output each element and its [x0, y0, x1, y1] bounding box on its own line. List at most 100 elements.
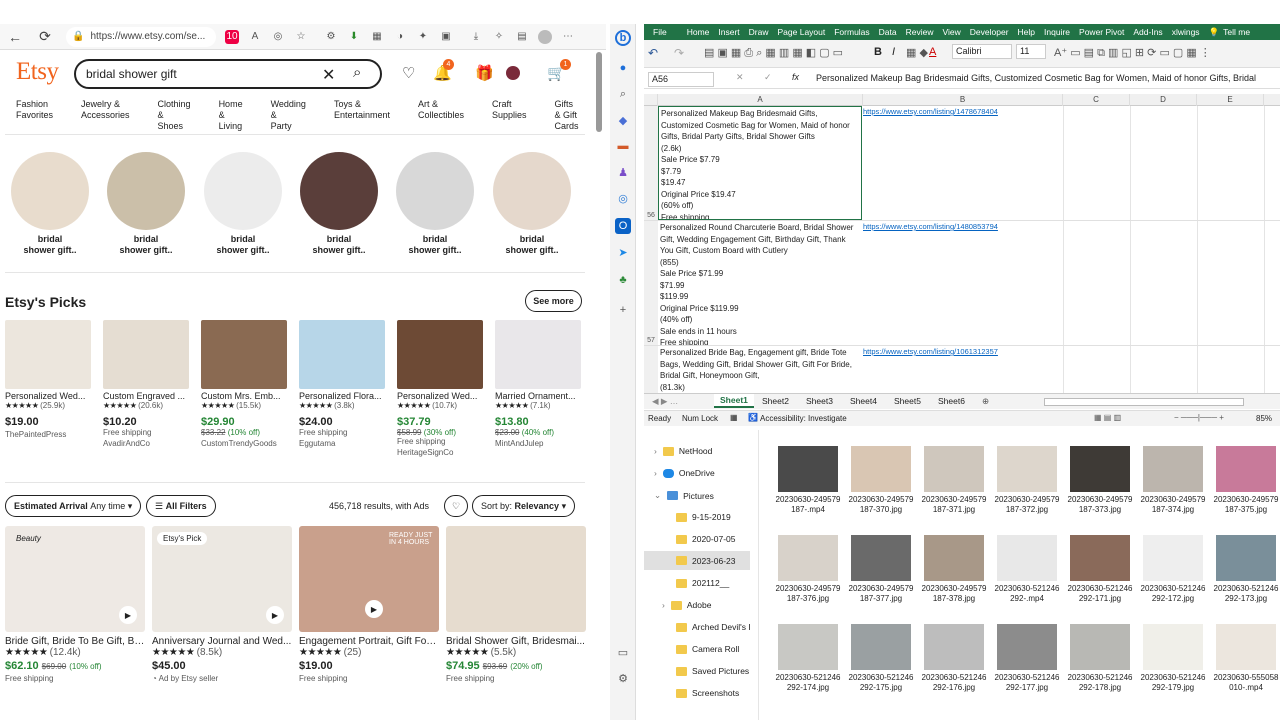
cell-link[interactable]: https://www.etsy.com/listing/1061312357 — [863, 347, 998, 356]
column-header[interactable]: C — [1063, 94, 1130, 106]
image-thumbnail[interactable] — [1070, 624, 1130, 670]
send-icon[interactable]: ➤ — [615, 244, 631, 260]
cell-a57[interactable]: Personalized Round Charcuterie Board, Br… — [658, 221, 862, 345]
tree-item-folder[interactable]: Camera Roll — [676, 644, 739, 654]
toolbox-icon[interactable]: ▬ — [615, 138, 631, 154]
suggestion-image[interactable] — [107, 152, 185, 230]
gift-icon[interactable]: 🎁 — [475, 64, 494, 82]
menu-review[interactable]: Review — [906, 27, 934, 37]
category-link[interactable]: Jewelry & Accessories — [81, 99, 144, 132]
category-link[interactable]: Clothing & Shoes — [158, 99, 205, 132]
product-card[interactable]: Bridal Shower Gift, Bridesmai... ★★★★★ (… — [446, 526, 586, 683]
product-card[interactable]: Etsy's Pick ▶ Anniversary Journal and Wed… — [152, 526, 292, 683]
play-video-icon[interactable]: ▶ — [119, 606, 137, 624]
all-filters-button[interactable]: ☰ All Filters — [146, 495, 216, 517]
play-video-icon[interactable]: ▶ — [266, 606, 284, 624]
menu-developer[interactable]: Developer — [970, 27, 1009, 37]
menu-inquire[interactable]: Inquire — [1044, 27, 1070, 37]
office-icon[interactable]: ◎ — [615, 190, 631, 206]
menu-page-layout[interactable]: Page Layout — [778, 27, 826, 37]
image-thumbnail[interactable] — [924, 535, 984, 581]
suggestion-label[interactable]: bridal shower gift.. — [291, 234, 387, 256]
menu-add-ins[interactable]: Add-Ins — [1133, 27, 1162, 37]
column-header[interactable]: E — [1197, 94, 1264, 106]
extension-icon[interactable]: ▣ — [439, 30, 453, 44]
back-icon[interactable]: ← — [6, 28, 24, 46]
undo-icon[interactable]: ↶ — [648, 46, 658, 60]
font-family-select[interactable]: Calibri — [952, 44, 1012, 59]
fx-icon[interactable]: fx — [792, 72, 799, 82]
menu-help[interactable]: Help — [1018, 27, 1035, 37]
file-name[interactable]: 20230630-521246 292-172.jpg — [1137, 584, 1209, 604]
cell-link[interactable]: https://www.etsy.com/listing/1478678404 — [863, 107, 998, 116]
category-link[interactable]: Toys & Entertainment — [334, 99, 404, 132]
category-link[interactable]: Art & Collectibles — [418, 99, 478, 132]
image-thumbnail[interactable] — [778, 535, 838, 581]
extension-icon[interactable]: ✦ — [416, 30, 430, 44]
column-header[interactable]: A — [658, 94, 863, 106]
file-name[interactable]: 20230630-249579 187-374.jpg — [1137, 495, 1209, 515]
file-name[interactable]: 20230630-521246 292-171.jpg — [1064, 584, 1136, 604]
formula-text[interactable]: Personalized Makeup Bag Bridesmaid Gifts… — [816, 72, 1256, 85]
estimated-arrival-filter[interactable]: Estimated Arrival Any time ▾ — [5, 495, 142, 517]
heart-icon[interactable]: ♡ — [402, 64, 415, 82]
suggestion-label[interactable]: bridal shower gift.. — [98, 234, 194, 256]
image-thumbnail[interactable] — [1143, 446, 1203, 492]
clear-icon[interactable]: ✕ — [322, 65, 335, 85]
select-all[interactable] — [644, 94, 658, 106]
menu-more-icon[interactable]: ⋯ — [561, 30, 575, 44]
menu-formulas[interactable]: Formulas — [834, 27, 869, 37]
menu-power-pivot[interactable]: Power Pivot — [1079, 27, 1124, 37]
page-scrollbar[interactable] — [596, 52, 602, 132]
tree-item-folder[interactable]: Saved Pictures — [676, 666, 749, 676]
image-thumbnail[interactable] — [1216, 446, 1276, 492]
row-header[interactable]: 56 — [644, 106, 658, 220]
font-color-icon[interactable]: A — [929, 46, 936, 58]
pick-card[interactable]: Custom Mrs. Emb... ★★★★★ (15.5k) $29.90 … — [201, 320, 287, 448]
file-name[interactable]: 20230630-521246 292-176.jpg — [918, 673, 990, 693]
bell-icon[interactable]: ● — [615, 60, 631, 76]
extension-icon[interactable]: ◑ — [393, 30, 407, 44]
file-name[interactable]: 20230630-521246 292-177.jpg — [991, 673, 1063, 693]
file-name[interactable]: 20230630-521246 292-.mp4 — [991, 584, 1063, 604]
category-link[interactable]: Craft Supplies — [492, 99, 541, 132]
suggestion-image[interactable] — [204, 152, 282, 230]
cell-a56[interactable]: Personalized Makeup Bag Bridesmaid Gifts… — [658, 106, 862, 220]
tree-item-folder[interactable]: Arched Devil's I — [676, 622, 751, 632]
bold-icon[interactable]: B — [874, 46, 882, 58]
collections-icon[interactable]: ▤ — [515, 30, 529, 44]
menu-view[interactable]: View — [943, 27, 961, 37]
file-name[interactable]: 20230630-521246 292-175.jpg — [845, 673, 917, 693]
file-name[interactable]: 20230630-521246 292-179.jpg — [1137, 673, 1209, 693]
tab-sheet3[interactable]: Sheet3 — [806, 396, 833, 406]
name-box[interactable]: A56 — [648, 72, 714, 87]
category-link[interactable]: Home & Living — [219, 99, 257, 132]
search-icon[interactable]: ⌕ — [615, 86, 631, 102]
tree-item-selected[interactable]: 2023-06-23 — [644, 551, 750, 570]
pick-card[interactable]: Personalized Flora... ★★★★★ (3.8k) $24.0… — [299, 320, 385, 448]
fill-color-icon[interactable]: ▦ ◆ — [906, 46, 928, 59]
zoom-level[interactable]: 85% — [1256, 414, 1272, 423]
extension-icon[interactable]: 10 — [225, 29, 239, 44]
add-sheet-icon[interactable]: ⊕ — [982, 396, 989, 407]
image-thumbnail[interactable] — [1143, 535, 1203, 581]
tab-sheet6[interactable]: Sheet6 — [938, 396, 965, 406]
image-thumbnail[interactable] — [851, 535, 911, 581]
file-name[interactable]: 20230630-555058 010-.mp4 — [1210, 673, 1280, 693]
games-icon[interactable]: ♟ — [615, 164, 631, 180]
add-icon[interactable]: + — [615, 302, 631, 318]
file-name[interactable]: 20230630-521246 292-173.jpg — [1210, 584, 1280, 604]
tree-item-nethood[interactable]: › NetHood — [654, 446, 712, 456]
accessibility-status[interactable]: Accessibility: Investigate — [760, 414, 847, 423]
tree-item-folder[interactable]: 9-15-2019 — [676, 512, 731, 522]
avatar[interactable] — [506, 66, 520, 80]
image-thumbnail[interactable] — [1070, 446, 1130, 492]
file-name[interactable]: 20230630-521246 292-178.jpg — [1064, 673, 1136, 693]
favorite-star-icon[interactable]: ☆ — [294, 30, 308, 44]
outlook-icon[interactable]: O — [615, 218, 631, 234]
reload-icon[interactable]: ⟳ — [36, 28, 54, 46]
video-thumbnail[interactable] — [997, 535, 1057, 581]
toolbar-icons[interactable]: ▤ ▣ ▦ ⎙ ⌕ ▦ ▥ ▦ ◧ ▢ ▭ — [704, 46, 843, 60]
video-thumbnail[interactable] — [778, 446, 838, 492]
tree-item-folder[interactable]: › Adobe — [662, 600, 711, 610]
